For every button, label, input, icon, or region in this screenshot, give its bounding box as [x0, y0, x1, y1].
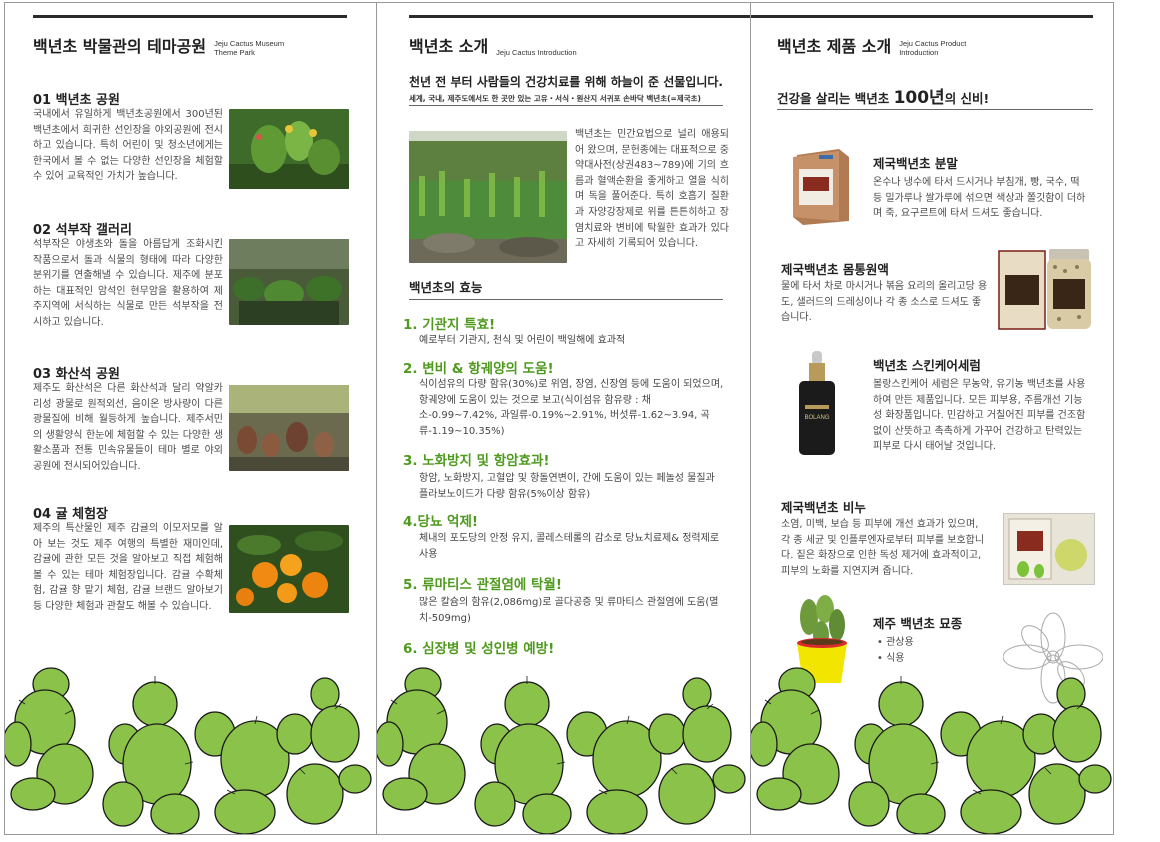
page-title: 백년초 제품 소개: [777, 37, 892, 56]
section-heading: 04 귤 체험장: [33, 507, 108, 522]
serum-brand-text: BOLANG: [804, 415, 829, 421]
cactus-illustration: [751, 667, 1112, 834]
column-theme-park: 백년초 박물관의 테마공원 Jeju Cactus Museum Theme P…: [5, 3, 377, 834]
section-heading: 03 화산석 공원: [33, 367, 120, 382]
product-name: 제국백년초 몸통원액: [781, 262, 889, 277]
page-title: 백년초 박물관의 테마공원: [33, 37, 207, 56]
benefit-body: 식이섬유의 다량 함유(30%)로 위염, 장염, 신장염 등에 도움이 되었으…: [419, 379, 724, 437]
stone-gallery-photo: [229, 239, 349, 325]
products-headline: 건강을 살리는 백년초 100년의 신비!: [777, 88, 990, 108]
benefit-heading: 6. 심장병 및 성인병 예방!: [403, 641, 555, 657]
seedling-use: • 관상용: [877, 637, 914, 648]
cactus-park-photo: [229, 109, 349, 189]
benefit-heading: 5. 류마티스 관절염에 탁월!: [403, 577, 562, 593]
section-body: 제주의 특산물인 제주 감귤의 이모저모를 알아 보는 것도 제주 여행의 특별…: [33, 523, 223, 612]
product-desc: 소염, 미백, 보습 등 피부에 개선 효과가 있으며, 각 종 세균 및 인플…: [781, 519, 985, 577]
brochure-sheet: 백년초 박물관의 테마공원 Jeju Cactus Museum Theme P…: [4, 2, 1114, 835]
benefit-body: 많은 칼슘의 함유(2,086mg)로 골다공증 및 류마티스 관절염에 도움(…: [419, 597, 719, 624]
top-rule: [409, 15, 750, 18]
intro-subline: 세계, 국내, 제주도에서도 한 곳만 있는 고유・서식・원산지 서귀포 손바닥…: [409, 94, 701, 103]
divider: [409, 105, 723, 106]
page-title: 백년초 소개: [409, 37, 489, 56]
product-name: 제국백년초 분말: [873, 156, 958, 171]
benefit-heading: 3. 노화방지 및 항암효과!: [403, 453, 550, 469]
product-desc: 물에 타서 차로 마시거나 볶음 요리의 올리고당 용도, 샐러드의 드레싱이나…: [781, 281, 988, 324]
page-subtitle: Jeju Cactus Introduction: [496, 48, 577, 57]
panel-title: 백년초 박물관의 테마공원 Jeju Cactus Museum Theme P…: [33, 33, 304, 57]
divider: [777, 109, 1093, 110]
volcanic-stone-park-photo: [229, 385, 349, 471]
benefit-body: 예로부터 기관지, 천식 및 어린이 백일해에 효과적: [419, 335, 626, 346]
section-body: 국내에서 유일하게 백년초공원에서 300년된 백년초에서 희귀한 선인장을 야…: [33, 109, 223, 183]
soap-product-image: [1003, 513, 1095, 585]
product-name: 백년초 스킨케어세럼: [873, 358, 981, 373]
tangerine-photo: [229, 525, 349, 613]
product-desc: 볼랑스킨케어 세럼은 무농약, 유기농 백년초를 사용하여 만든 제품입니다. …: [873, 379, 1086, 453]
benefits-title: 백년초의 효능: [409, 280, 483, 295]
powder-product-image: [789, 147, 851, 225]
benefit-body: 체내의 포도당의 안정 유지, 콜레스테롤의 감소로 당뇨치료제& 정력제로 사…: [419, 533, 720, 560]
section-heading: 01 백년초 공원: [33, 93, 120, 108]
section-body: 제주도 화산석은 다른 화산석과 달리 약알카리성 광물로 원적외선, 음이온 …: [33, 383, 223, 472]
panel-title: 백년초 제품 소개 Jeju Cactus Product Introducti…: [777, 33, 989, 57]
section-body: 석부작은 야생초와 돌을 아름답게 조화시킨 작품으로서 돌과 식물의 형태에 …: [33, 239, 223, 328]
product-name: 제주 백년초 묘종: [873, 616, 963, 631]
column-introduction: 백년초 소개 Jeju Cactus Introduction 천년 전 부터 …: [377, 3, 751, 834]
cactus-illustration: [5, 667, 372, 834]
divider: [409, 299, 723, 300]
cactus-field-photo: [409, 131, 567, 263]
benefit-heading: 1. 기관지 특효!: [403, 317, 496, 333]
benefit-heading: 2. 변비 & 항궤양의 도움!: [403, 361, 554, 377]
top-rule: [33, 15, 347, 18]
benefit-body: 항암, 노화방지, 고혈압 및 항돌연변이, 간에 도움이 있는 페놀성 물질과…: [419, 473, 715, 500]
top-rule: [751, 15, 1093, 18]
page-subtitle: Jeju Cactus Product Introduction: [899, 39, 967, 57]
extract-product-image: [995, 245, 1093, 331]
benefit-heading: 4.당뇨 억제!: [403, 514, 479, 530]
product-name: 제국백년초 비누: [781, 500, 866, 515]
product-desc: 온수나 냉수에 타서 드시거나 부침개, 빵, 국수, 떡 등 밀가루나 쌀가루…: [873, 177, 1086, 220]
section-heading: 02 석부작 갤러리: [33, 223, 132, 238]
intro-headline: 천년 전 부터 사람들의 건강치료를 위해 하늘이 준 선물입니다.: [409, 75, 723, 89]
column-products: 백년초 제품 소개 Jeju Cactus Product Introducti…: [751, 3, 1113, 834]
intro-text: 백년초는 민간요법으로 널리 애용되어 왔으며, 문헌종에는 대표적으로 중약대…: [575, 129, 729, 250]
panel-title: 백년초 소개 Jeju Cactus Introduction: [409, 33, 586, 57]
page-subtitle: Jeju Cactus Museum Theme Park: [214, 39, 285, 57]
serum-product-image: BOLANG: [793, 351, 841, 457]
cactus-illustration: [377, 667, 746, 834]
